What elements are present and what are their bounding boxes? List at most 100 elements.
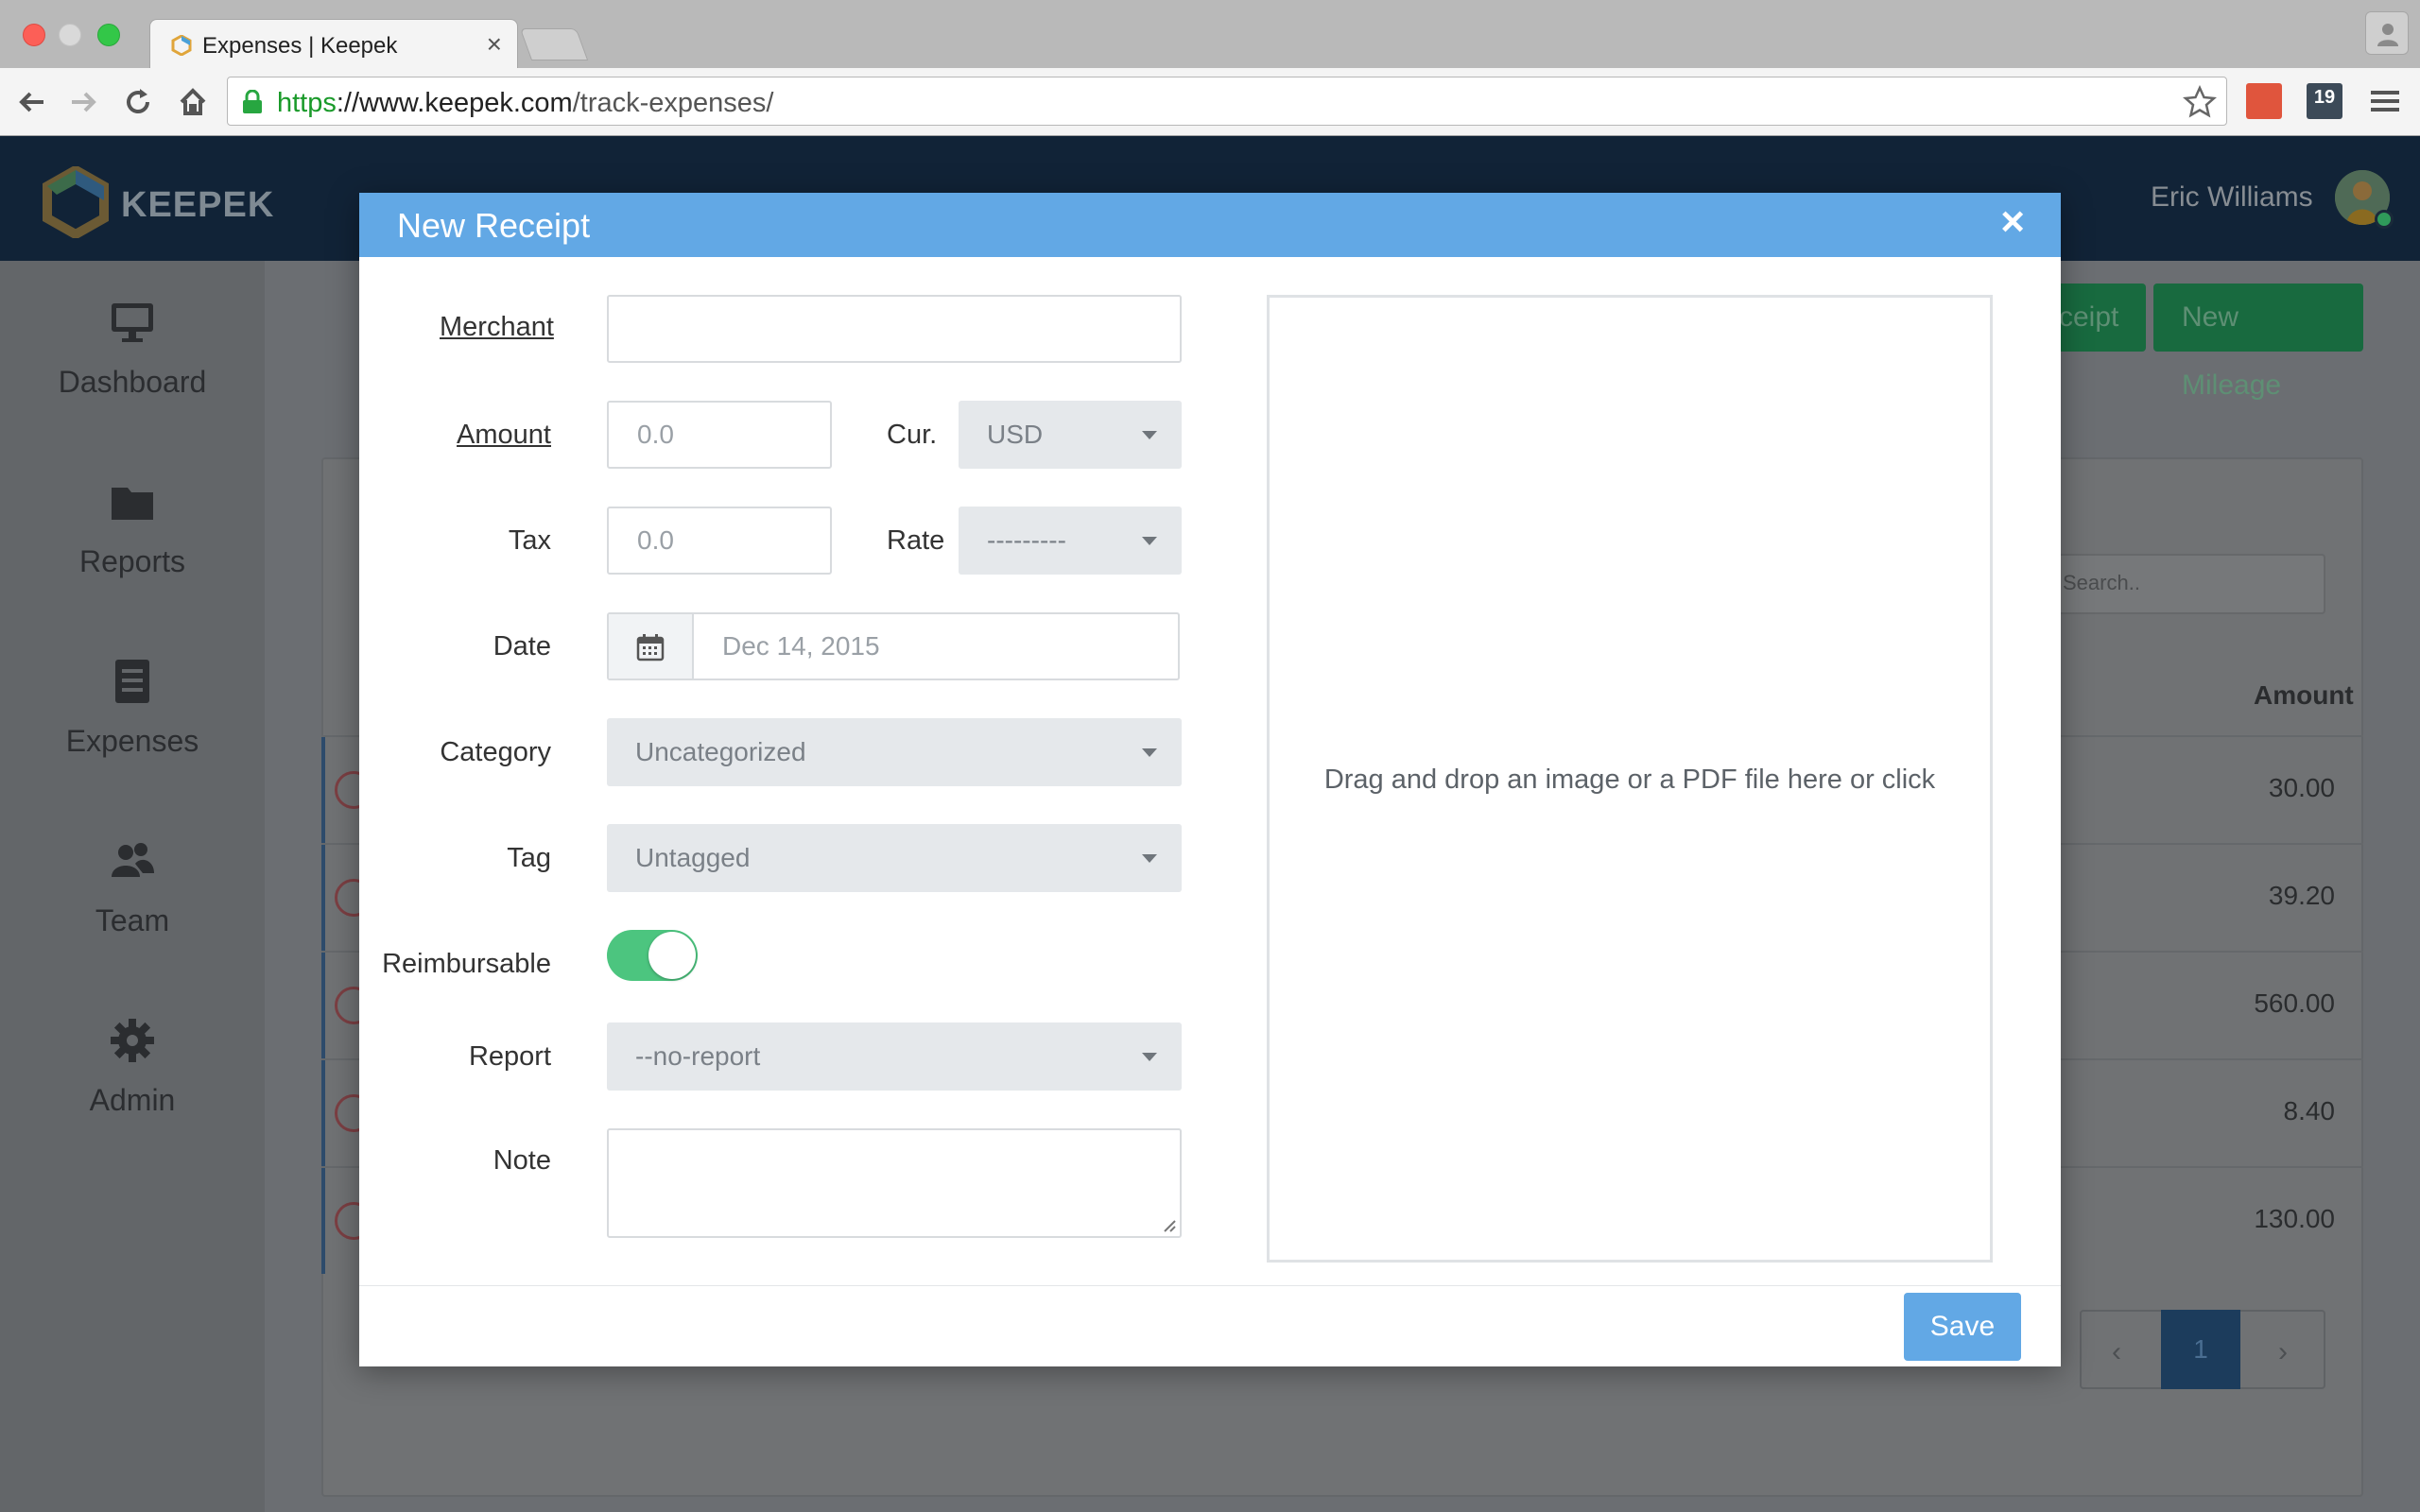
tab-close-button[interactable]: × (487, 29, 502, 60)
lock-icon (243, 90, 262, 113)
url-text: https://www.keepek.com/track-expenses/ (277, 88, 774, 118)
category-value: Uncategorized (635, 737, 806, 766)
bookmark-star-icon[interactable] (2183, 85, 2217, 119)
currency-label: Cur. (887, 420, 938, 450)
users-icon (112, 843, 154, 877)
row-amount: 30.00 (2268, 773, 2335, 802)
sidebar-item-team[interactable]: Team (0, 799, 265, 960)
profile-button[interactable] (2365, 11, 2409, 55)
gear-icon (111, 1019, 154, 1062)
currency-value: USD (987, 420, 1044, 449)
tag-select[interactable]: Untagged (607, 824, 1182, 892)
sidebar-item-label: Expenses (65, 724, 199, 758)
chevron-down-icon (1142, 854, 1157, 863)
browser-toolbar: https://www.keepek.com/track-expenses/ 1… (0, 68, 2420, 136)
calendar-badge: 19 (2313, 87, 2336, 108)
sidebar: Dashboard Reports Expenses Team Admin (0, 261, 265, 1512)
pagination-page-1[interactable]: 1 (2161, 1310, 2240, 1389)
app-logo-text: KEEPEK (121, 185, 275, 225)
dropzone-text: Drag and drop an image or a PDF file her… (1323, 765, 1936, 795)
calendar-button[interactable] (609, 614, 694, 679)
pagination-next[interactable]: › (2278, 1336, 2288, 1368)
rate-select[interactable]: --------- (959, 507, 1182, 575)
folder-icon (112, 488, 153, 520)
new-receipt-modal: New Receipt × Merchant Amount 0.0 Cur. U… (359, 193, 2061, 1366)
amount-label[interactable]: Amount (454, 420, 551, 451)
address-bar[interactable]: https://www.keepek.com/track-expenses/ (227, 77, 2227, 126)
sidebar-item-reports[interactable]: Reports (0, 440, 265, 601)
sidebar-item-expenses[interactable]: Expenses (0, 620, 265, 781)
row-accent (321, 1060, 325, 1166)
document-icon (115, 660, 149, 703)
modal-header: New Receipt × (359, 193, 2061, 257)
rate-label: Rate (887, 525, 945, 556)
keepek-favicon-icon (171, 35, 192, 56)
reimbursable-label: Reimbursable (382, 949, 551, 979)
person-icon (2377, 24, 2398, 46)
pagination-prev[interactable]: ‹ (2112, 1336, 2121, 1368)
tax-label: Tax (508, 525, 551, 556)
pagination: ‹ 1 › (2080, 1310, 2325, 1389)
row-amount: 39.20 (2268, 881, 2335, 910)
sidebar-item-label: Admin (89, 1083, 176, 1117)
search-input[interactable]: Search.. (2031, 554, 2325, 614)
home-icon[interactable] (176, 85, 210, 119)
row-amount: 560.00 (2254, 988, 2335, 1018)
calendar-icon (636, 634, 665, 662)
sidebar-item-label: Dashboard (58, 365, 207, 399)
tag-label: Tag (507, 843, 551, 873)
chevron-down-icon (1142, 537, 1157, 545)
reload-icon[interactable] (121, 85, 155, 119)
report-select[interactable]: --no-report (607, 1022, 1182, 1091)
browser-tab[interactable]: Expenses | Keepek × (149, 19, 518, 70)
tag-value: Untagged (635, 843, 751, 872)
report-value: --no-report (635, 1041, 761, 1071)
sidebar-item-label: Reports (78, 544, 186, 578)
forward-arrow-icon[interactable] (66, 85, 100, 119)
sidebar-item-dashboard[interactable]: Dashboard (0, 261, 265, 421)
back-arrow-icon[interactable] (15, 85, 49, 119)
category-select[interactable]: Uncategorized (607, 718, 1182, 786)
new-tab-button[interactable] (519, 28, 589, 60)
note-textarea[interactable] (607, 1128, 1182, 1238)
browser-tab-bar: Expenses | Keepek × (0, 0, 2420, 70)
merchant-input[interactable] (607, 295, 1182, 363)
save-button[interactable]: Save (1904, 1293, 2021, 1361)
tab-title: Expenses | Keepek (202, 33, 398, 59)
window-zoom-button[interactable] (97, 24, 120, 46)
window-close-button[interactable] (23, 24, 45, 46)
user-name[interactable]: Eric Williams (2151, 181, 2313, 214)
chevron-down-icon (1142, 1053, 1157, 1061)
row-amount: 130.00 (2254, 1204, 2335, 1233)
keepek-logo-icon (43, 166, 109, 238)
sidebar-item-admin[interactable]: Admin (0, 979, 265, 1140)
row-amount: 8.40 (2283, 1096, 2336, 1125)
extension-bookmark-icon[interactable] (2246, 83, 2282, 119)
reimbursable-toggle[interactable] (607, 930, 698, 981)
new-mileage-button[interactable]: New Mileage (2153, 284, 2363, 401)
extension-calendar-icon[interactable]: 19 (2307, 83, 2342, 119)
amount-input[interactable]: 0.0 (607, 401, 832, 469)
tax-input[interactable]: 0.0 (607, 507, 832, 575)
note-label: Note (493, 1145, 551, 1176)
monitor-icon (112, 303, 153, 342)
toggle-knob (648, 932, 696, 979)
chevron-down-icon (1142, 748, 1157, 757)
date-value: Dec 14, 2015 (722, 631, 880, 661)
menu-hamburger-icon[interactable] (2367, 83, 2403, 119)
modal-title: New Receipt (397, 206, 591, 245)
report-label: Report (468, 1041, 551, 1072)
online-status-dot (2375, 210, 2394, 229)
row-accent (321, 1168, 325, 1274)
resize-handle-icon[interactable] (1161, 1217, 1176, 1232)
row-accent (321, 737, 325, 843)
amount-column-header[interactable]: Amount (2254, 680, 2354, 711)
window-minimize-button[interactable] (59, 24, 81, 46)
date-input[interactable]: Dec 14, 2015 (607, 612, 1180, 680)
currency-select[interactable]: USD (959, 401, 1182, 469)
rate-value: --------- (987, 525, 1066, 555)
file-dropzone[interactable]: Drag and drop an image or a PDF file her… (1267, 295, 1993, 1263)
modal-close-button[interactable]: × (2000, 198, 2025, 246)
sidebar-item-label: Team (95, 903, 170, 937)
merchant-label[interactable]: Merchant (440, 312, 554, 343)
